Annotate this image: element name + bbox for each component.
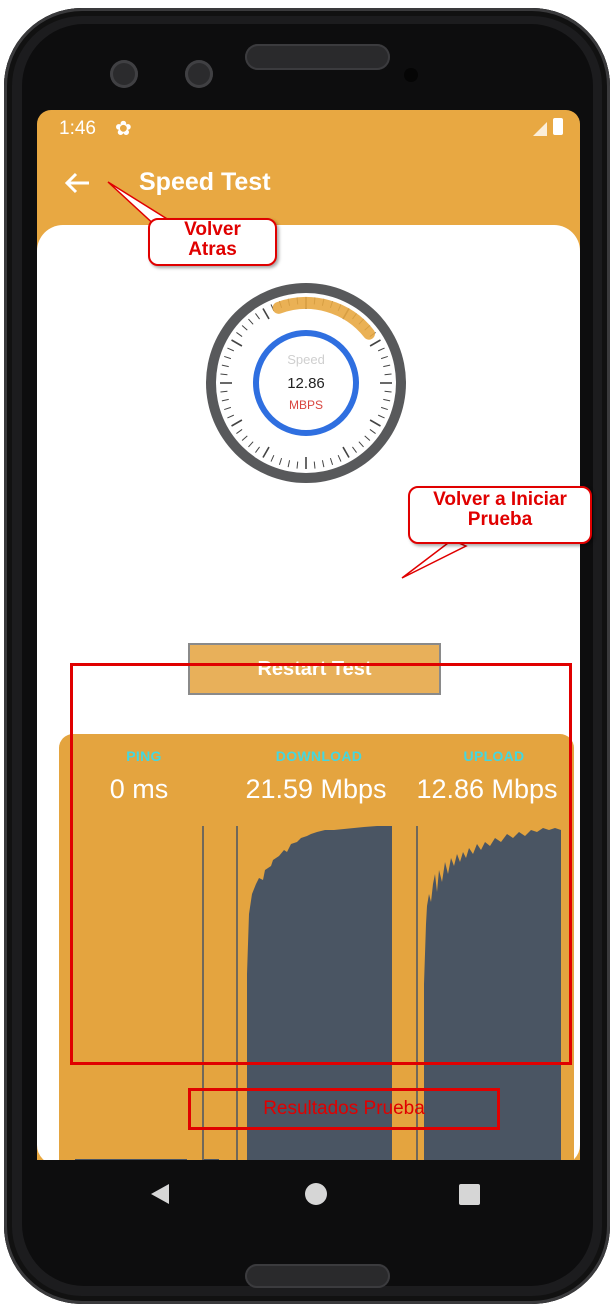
back-annotation-line2: Atras: [188, 238, 237, 260]
back-annotation-line1: Volver: [184, 219, 241, 240]
results-annotation: Resultados Prueba: [188, 1088, 500, 1130]
restart-annotation-line2: Prueba: [467, 508, 533, 530]
restart-annotation-line1: Volver a Iniciar: [433, 489, 567, 510]
restart-annotation: Volver a Iniciar Prueba: [408, 486, 592, 544]
graphs-highlight-box: [70, 663, 572, 1065]
restart-callout-pointer: [401, 539, 468, 579]
back-annotation: Volver Atras: [148, 218, 277, 266]
